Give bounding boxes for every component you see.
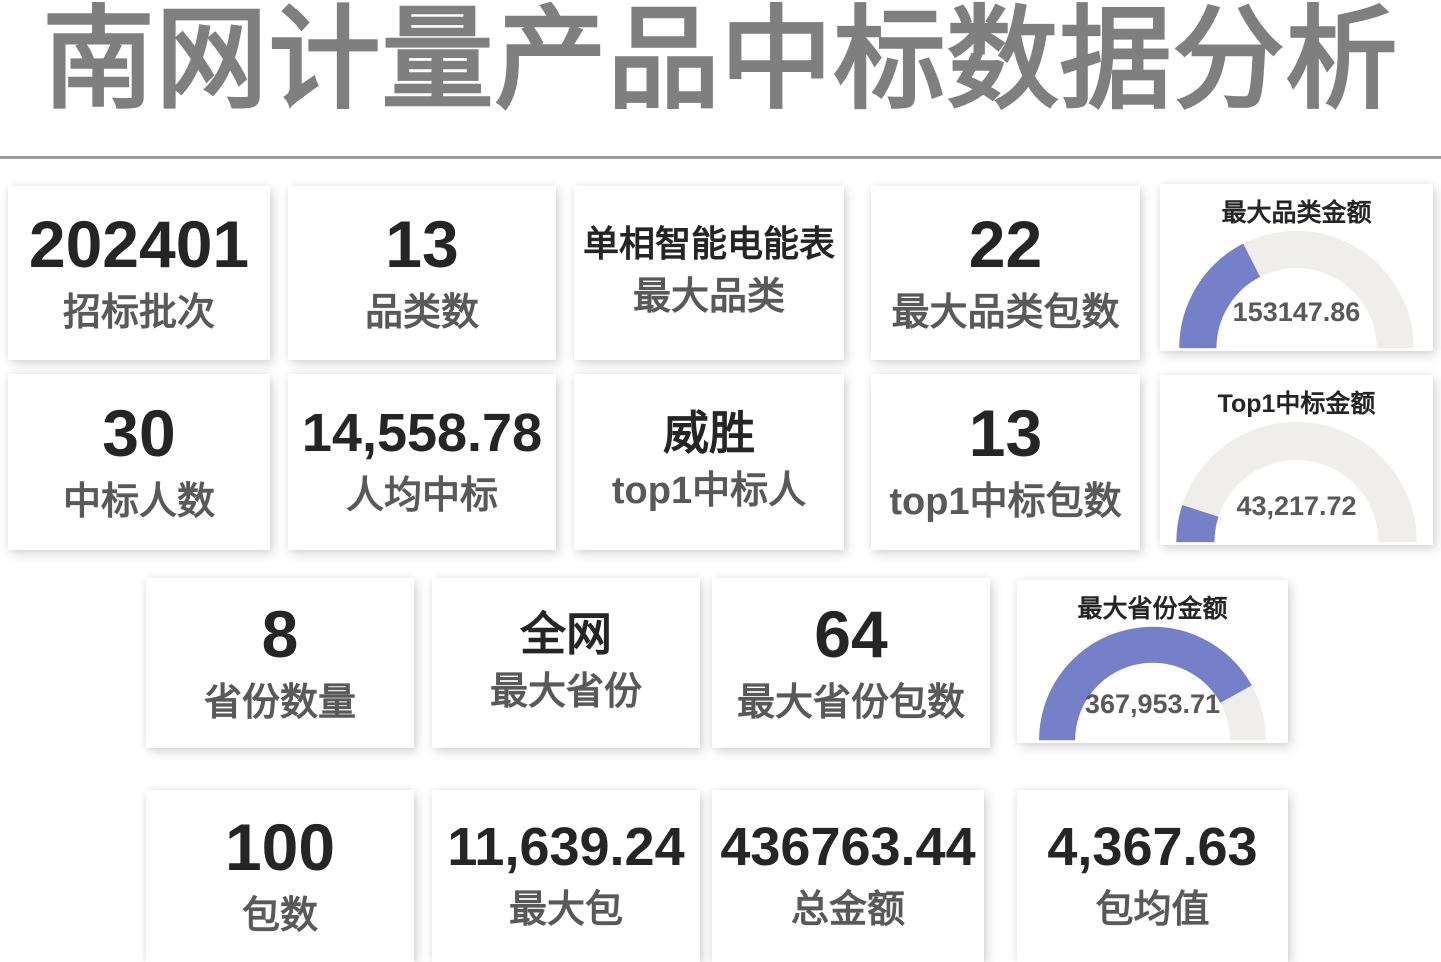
kpi-value: 22 [969,210,1042,279]
gauge-top-province-amount: 最大省份金额 367,953.71 [1017,580,1288,743]
kpi-value: 威胜 [663,409,755,457]
kpi-value: 13 [385,210,458,279]
kpi-card-winner-count: 30 中标人数 [8,374,270,550]
kpi-label: 最大省份包数 [737,681,965,727]
gauge-title: 最大省份金额 [1077,589,1227,625]
gauge-value: 367,953.71 [1017,689,1288,720]
kpi-label: 省份数量 [204,681,356,727]
gauge-title: Top1中标金额 [1218,384,1376,420]
kpi-card-top-province-packages: 64 最大省份包数 [712,578,990,748]
kpi-label: 包数 [242,894,318,940]
gauge-top1-winner-amount: Top1中标金额 43,217.72 [1160,375,1433,545]
gauge-top-category-amount: 最大品类金额 153147.86 [1160,184,1433,351]
kpi-label: 人均中标 [346,474,498,520]
kpi-card-top-province: 全网 最大省份 [432,578,700,748]
kpi-value: 30 [102,399,175,468]
kpi-value: 13 [969,399,1042,468]
kpi-value: 4,367.63 [1047,819,1257,876]
kpi-label: 最大包 [509,888,623,934]
page-title: 南网计量产品中标数据分析 [0,0,1441,126]
kpi-label: top1中标人 [612,469,806,515]
gauge-value: 43,217.72 [1160,491,1433,522]
gauge-title: 最大品类金额 [1221,193,1371,229]
kpi-value: 436763.44 [720,819,975,876]
kpi-card-package-count: 100 包数 [146,790,414,962]
kpi-label: 总金额 [791,888,905,934]
kpi-value: 全网 [520,610,612,658]
divider [0,156,1441,159]
kpi-label: 品类数 [365,291,479,337]
kpi-label: 最大省份 [490,670,642,716]
kpi-card-total-amount: 436763.44 总金额 [712,790,984,962]
kpi-card-bid-batch: 202401 招标批次 [8,186,270,360]
kpi-label: 最大品类包数 [891,291,1119,337]
kpi-card-avg-package: 4,367.63 包均值 [1017,790,1288,962]
kpi-card-province-count: 8 省份数量 [146,578,414,748]
kpi-value: 14,558.78 [302,405,542,462]
kpi-label: 招标批次 [63,291,215,337]
kpi-label: 最大品类 [633,275,785,321]
kpi-value: 64 [814,600,887,669]
gauge-arc [1166,229,1427,350]
kpi-value: 100 [225,813,335,882]
kpi-card-top-category-packages: 22 最大品类包数 [871,186,1140,360]
kpi-value: 11,639.24 [447,819,684,876]
kpi-card-category-count: 13 品类数 [288,186,556,360]
kpi-card-max-package: 11,639.24 最大包 [432,790,700,962]
gauge-arc [1166,420,1427,544]
kpi-value: 202401 [29,210,249,279]
gauge-value: 153147.86 [1160,297,1433,328]
kpi-card-top1-winner: 威胜 top1中标人 [574,374,844,550]
kpi-value: 8 [262,600,299,669]
kpi-value: 单相智能电能表 [583,225,835,263]
kpi-label: 包均值 [1095,888,1209,934]
kpi-card-avg-per-winner: 14,558.78 人均中标 [288,374,556,550]
kpi-label: top1中标包数 [889,480,1121,526]
kpi-card-top1-packages: 13 top1中标包数 [871,374,1140,550]
gauge-arc [1023,625,1282,742]
kpi-label: 中标人数 [63,480,215,526]
kpi-card-top-category: 单相智能电能表 最大品类 [574,186,844,360]
